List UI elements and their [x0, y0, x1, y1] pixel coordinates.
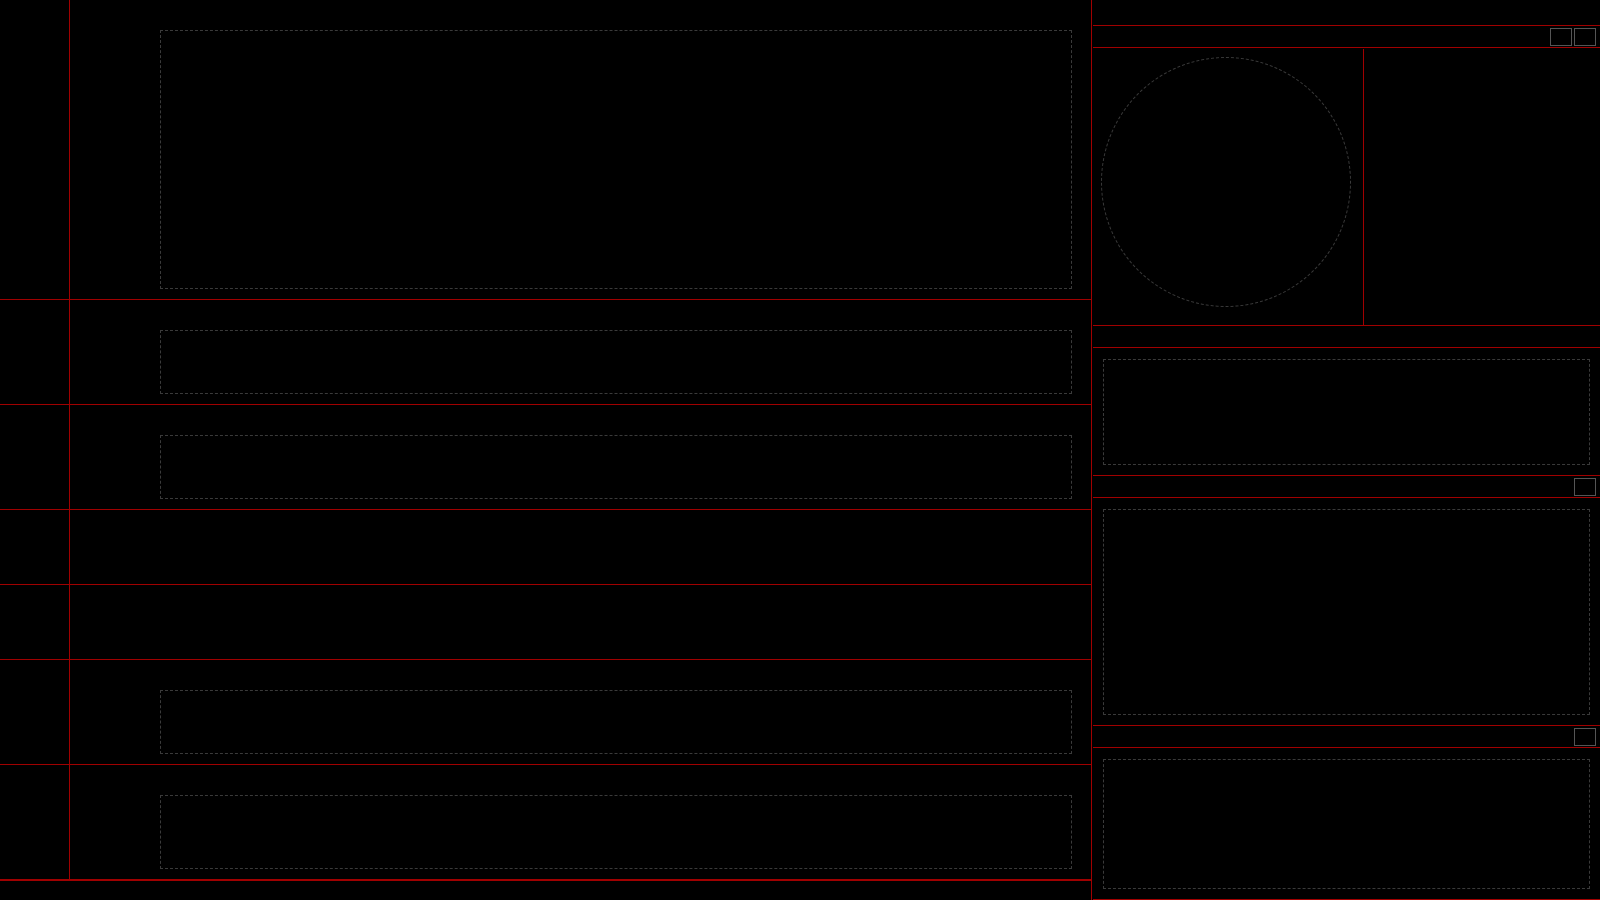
intraday-title — [1093, 326, 1600, 348]
realtime-monitor-block — [1093, 476, 1600, 726]
svzj-plot[interactable] — [70, 405, 1092, 509]
svsh-plot[interactable] — [70, 585, 1092, 659]
realtime-monitor-body — [1093, 499, 1600, 725]
svzj-marks-placeholder — [160, 435, 1072, 499]
ai-activity-plot[interactable] — [70, 660, 1092, 764]
ratio-chart-placeholder — [1103, 759, 1590, 889]
price-axis — [0, 0, 70, 299]
svsh-panel[interactable] — [0, 585, 1092, 660]
ai-activity-panel[interactable] — [0, 660, 1092, 765]
svzl-panel[interactable] — [0, 510, 1092, 585]
intraday-block — [1093, 326, 1600, 476]
chart-pane — [0, 0, 1092, 900]
ai-research-marks-placeholder — [160, 795, 1072, 869]
intraday-chart-placeholder — [1103, 359, 1590, 465]
ai-activity-axis — [0, 660, 70, 764]
volume-panel[interactable] — [0, 300, 1092, 405]
intraday-body[interactable] — [1093, 349, 1600, 475]
status-bar — [0, 880, 1092, 900]
net-flow-chart-placeholder — [1103, 509, 1590, 715]
category-stats-block — [1093, 726, 1600, 900]
realtime-monitor-title — [1093, 476, 1600, 498]
order-flow-block — [1093, 26, 1600, 326]
svzl-axis — [0, 510, 70, 584]
monitor-settings-button[interactable] — [1574, 478, 1596, 496]
volume-plot[interactable] — [70, 300, 1092, 404]
ai-research-plot[interactable] — [70, 765, 1092, 879]
category-stats-body — [1093, 749, 1600, 899]
ai-activity-marks-placeholder — [160, 690, 1072, 754]
settings-button[interactable] — [1574, 28, 1596, 46]
info-pane — [1093, 0, 1600, 900]
svsh-axis — [0, 585, 70, 659]
category-stats-title — [1093, 726, 1600, 748]
order-pie-placeholder — [1101, 57, 1351, 307]
ai-research-axis — [0, 765, 70, 879]
order-table — [1363, 49, 1600, 325]
order-flow-title — [1093, 26, 1600, 48]
svzj-axis — [0, 405, 70, 509]
volume-marks-placeholder — [160, 330, 1072, 394]
ai-research-panel[interactable] — [0, 765, 1092, 880]
bar-view-button[interactable] — [1550, 28, 1572, 46]
price-plot[interactable] — [70, 0, 1092, 299]
svzj-panel[interactable] — [0, 405, 1092, 510]
order-flow-body — [1093, 49, 1600, 325]
category-settings-button[interactable] — [1574, 728, 1596, 746]
volume-axis — [0, 300, 70, 404]
price-panel[interactable] — [0, 0, 1092, 300]
price-marks-placeholder — [160, 30, 1072, 289]
svzl-plot[interactable] — [70, 510, 1092, 584]
stock-header — [1093, 0, 1600, 26]
